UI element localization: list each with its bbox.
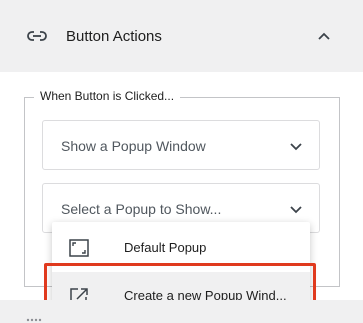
button-actions-panel-header[interactable]: Button Actions [0, 0, 363, 72]
fieldset-legend: When Button is Clicked... [34, 89, 181, 103]
grip-icon [26, 318, 42, 322]
popup-frame-icon [69, 239, 89, 257]
menu-item-label: Default Popup [124, 240, 207, 255]
link-icon [27, 31, 47, 41]
chevron-down-icon [290, 206, 302, 214]
panel-title: Button Actions [66, 28, 162, 45]
action-select-value: Show a Popup Window [61, 138, 206, 154]
next-panel-header[interactable] [0, 300, 363, 323]
popup-select-placeholder: Select a Popup to Show... [61, 201, 222, 217]
menu-item-default-popup[interactable]: Default Popup [52, 224, 310, 272]
chevron-down-icon [290, 143, 302, 151]
action-select[interactable]: Show a Popup Window [42, 120, 320, 170]
chevron-up-icon[interactable] [316, 30, 332, 42]
